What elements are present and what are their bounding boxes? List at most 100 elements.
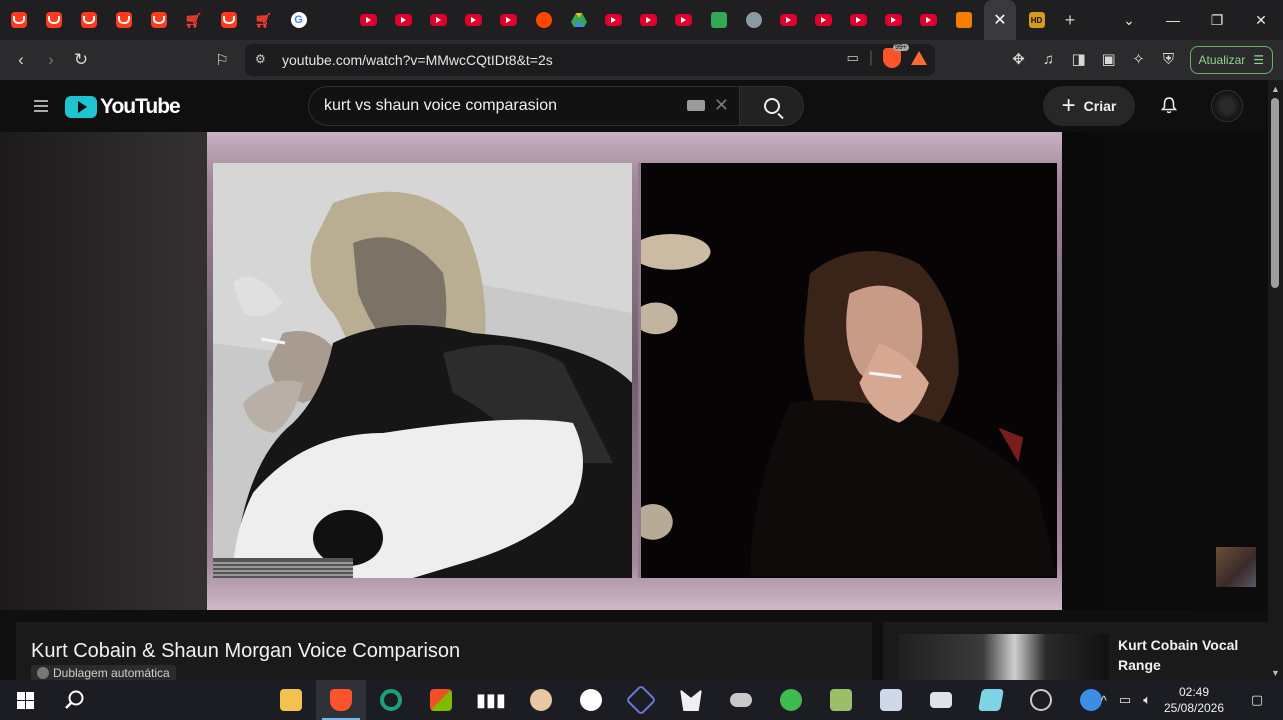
browser-tab[interactable]	[421, 0, 456, 40]
browser-tab[interactable]: 🛒︎	[176, 0, 211, 40]
menu-icon: ☰	[1253, 53, 1264, 67]
cast-icon[interactable]: ▭	[847, 50, 859, 66]
bookmark-icon[interactable]: ⚐	[207, 51, 237, 69]
close-window-button[interactable]: ✕	[1239, 12, 1283, 29]
browser-tab[interactable]	[316, 0, 351, 40]
search-query[interactable]: kurt vs shaun voice comparasion	[324, 97, 557, 115]
browser-tab[interactable]: 🛒︎	[246, 0, 281, 40]
taskbar-search[interactable]	[50, 680, 100, 720]
browser-tab[interactable]	[1, 0, 36, 40]
network-icon[interactable]: ▭	[1119, 692, 1131, 708]
clock[interactable]: 02:49 25/08/2026	[1157, 684, 1231, 716]
taskbar-notes[interactable]	[966, 680, 1016, 720]
scrollbar-thumb[interactable]	[1271, 98, 1279, 288]
restore-button[interactable]: ❐	[1195, 12, 1239, 29]
browser-tab[interactable]	[596, 0, 631, 40]
taskbar-store[interactable]	[416, 680, 466, 720]
recommended-thumbnail[interactable]	[899, 634, 1109, 682]
active-tab[interactable]: ✕	[984, 0, 1016, 40]
browser-tab[interactable]	[771, 0, 806, 40]
browser-tab[interactable]	[631, 0, 666, 40]
notifications-bell-icon[interactable]	[1160, 96, 1178, 114]
taskbar-osu[interactable]	[566, 680, 616, 720]
page-scrollbar[interactable]: ▲ ▼	[1268, 80, 1283, 680]
taskbar-gamepad[interactable]	[716, 680, 766, 720]
reload-icon[interactable]: ↻	[66, 50, 96, 70]
browser-tab[interactable]	[211, 0, 246, 40]
taskbar-file-explorer[interactable]	[266, 680, 316, 720]
address-bar[interactable]: ⚙ youtube.com/watch?v=MMwcCQtIDt8&t=2s ▭…	[245, 44, 935, 76]
browser-tab[interactable]	[701, 0, 736, 40]
taskbar-archive[interactable]	[816, 680, 866, 720]
taskbar-game-face[interactable]	[516, 680, 566, 720]
youtube-logo[interactable]: YouTube	[65, 95, 181, 119]
leo-ai-icon[interactable]: ✧	[1130, 51, 1148, 69]
recommended-title[interactable]: Kurt Cobain Vocal Range	[1118, 635, 1253, 675]
search-input[interactable]: kurt vs shaun voice comparasion ✕	[308, 86, 740, 126]
brave-rewards-icon[interactable]	[911, 51, 927, 65]
browser-tab[interactable]	[526, 0, 561, 40]
taskbar-audio-app[interactable]: ▮▮▮	[466, 680, 516, 720]
tab-hd[interactable]: HD	[1019, 0, 1054, 40]
browser-tab[interactable]	[351, 0, 386, 40]
update-button[interactable]: Atualizar ☰	[1189, 46, 1273, 74]
forward-icon[interactable]: ›	[36, 50, 66, 70]
browser-tab[interactable]	[841, 0, 876, 40]
taskbar-steam[interactable]	[1016, 680, 1066, 720]
scroll-up-icon[interactable]: ▲	[1271, 84, 1280, 94]
new-tab-button[interactable]: +	[1054, 10, 1086, 31]
browser-tab[interactable]: G	[281, 0, 316, 40]
extensions-puzzle-icon[interactable]: ✥	[1010, 51, 1028, 69]
video-frame[interactable]	[207, 132, 1062, 610]
create-button[interactable]: + Criar	[1043, 86, 1135, 126]
taskbar-brave[interactable]	[316, 680, 366, 720]
taskbar-vpn[interactable]	[616, 680, 666, 720]
search-button[interactable]	[740, 86, 804, 126]
browser-tab[interactable]	[36, 0, 71, 40]
tab-close-icon[interactable]: ✕	[993, 10, 1006, 30]
browser-tab[interactable]	[561, 0, 596, 40]
browser-tab[interactable]	[106, 0, 141, 40]
browser-tab[interactable]	[456, 0, 491, 40]
volume-icon[interactable]: 🔈︎	[1143, 692, 1151, 708]
browser-tab[interactable]	[876, 0, 911, 40]
browser-tab[interactable]	[71, 0, 106, 40]
back-icon[interactable]: ‹	[6, 50, 36, 70]
recommended-video[interactable]: Kurt Cobain Vocal Range	[883, 622, 1268, 682]
guide-menu-icon[interactable]	[34, 100, 48, 112]
start-button[interactable]	[0, 680, 50, 720]
browser-tab[interactable]	[666, 0, 701, 40]
browser-tab[interactable]	[806, 0, 841, 40]
minimize-button[interactable]: —	[1151, 12, 1195, 28]
cart-icon: 🛒︎	[184, 11, 203, 28]
taskbar-opera[interactable]	[366, 680, 416, 720]
taskbar-monitor[interactable]	[916, 680, 966, 720]
tray-overflow-icon[interactable]: ^	[1101, 693, 1107, 708]
browser-tab[interactable]	[386, 0, 421, 40]
wallet-icon[interactable]: ▣	[1100, 51, 1118, 69]
site-info-icon[interactable]: ⚙	[255, 52, 269, 66]
browser-tab[interactable]	[911, 0, 946, 40]
browser-tab[interactable]	[736, 0, 771, 40]
monitor-icon	[930, 692, 952, 708]
browser-tab[interactable]	[946, 0, 981, 40]
music-icon[interactable]: ♫	[1040, 51, 1058, 69]
tab-search-chevron-icon[interactable]: ⌄	[1107, 12, 1151, 29]
taskbar-fox[interactable]	[666, 680, 716, 720]
taskbar-image-app[interactable]	[866, 680, 916, 720]
clear-search-icon[interactable]: ✕	[714, 95, 729, 116]
url-text[interactable]: youtube.com/watch?v=MMwcCQtIDt8&t=2s	[282, 52, 553, 68]
notifications-icon[interactable]: ▢	[1237, 692, 1277, 708]
keyboard-icon[interactable]	[687, 100, 705, 111]
sidebar-icon[interactable]: ◨	[1070, 51, 1088, 69]
scroll-down-icon[interactable]: ▼	[1271, 668, 1280, 678]
vpn-shield-icon[interactable]: ⛨	[1160, 51, 1178, 69]
account-avatar[interactable]	[1211, 90, 1243, 122]
taskbar-utorrent[interactable]	[766, 680, 816, 720]
video-player[interactable]	[0, 132, 1268, 610]
browser-tab[interactable]	[491, 0, 526, 40]
tab-list: 🛒︎ 🛒︎ G	[0, 0, 981, 40]
small-channel-thumbnail[interactable]	[1216, 547, 1256, 587]
browser-tab[interactable]	[141, 0, 176, 40]
brave-shields-icon[interactable]: 99+	[883, 44, 909, 68]
